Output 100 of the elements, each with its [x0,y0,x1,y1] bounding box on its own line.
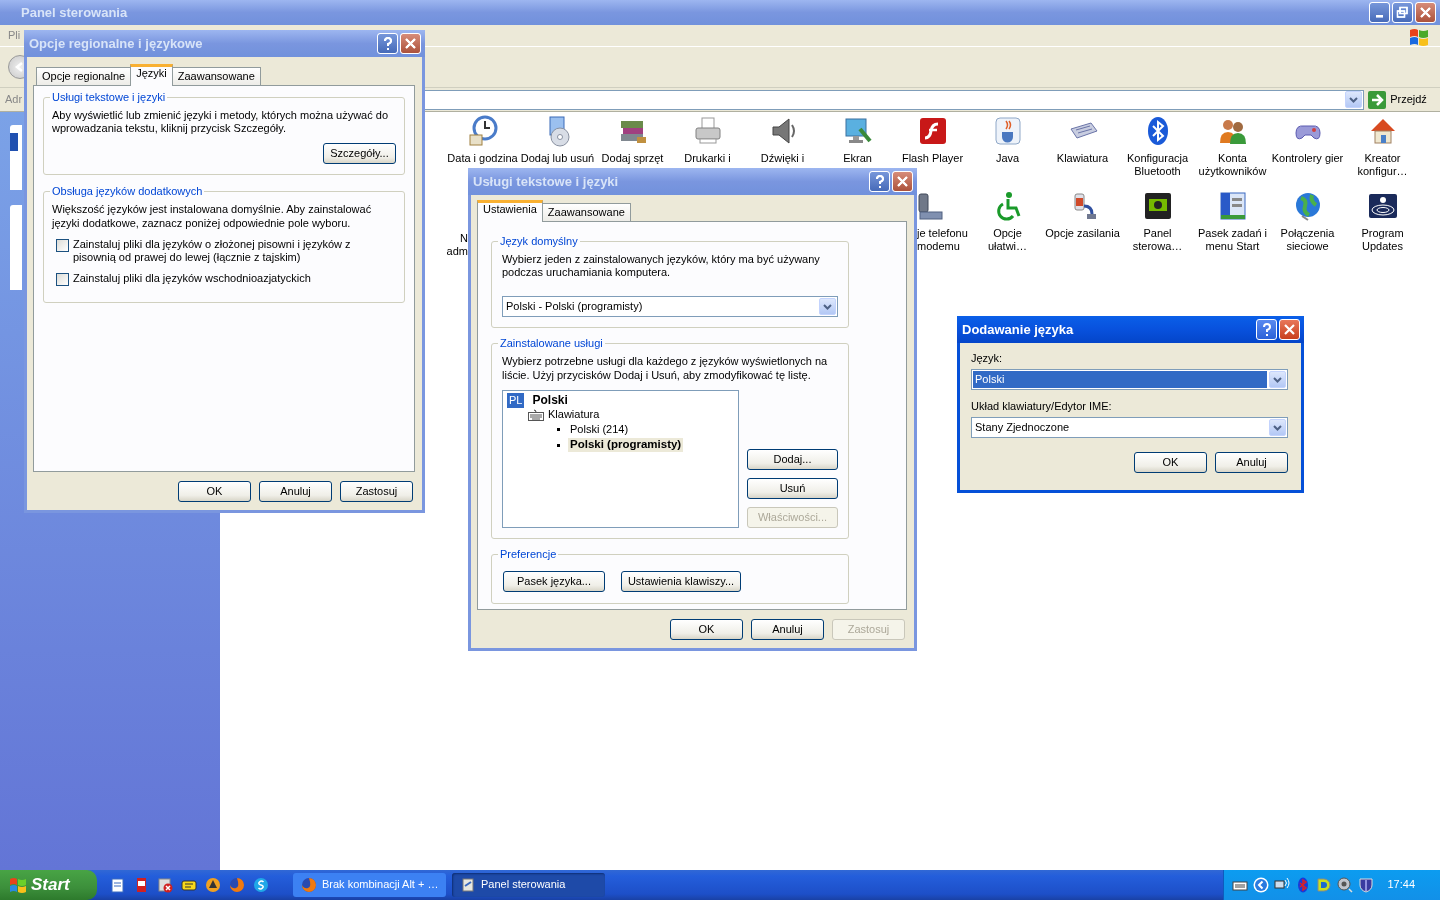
chevron-left-icon [1253,877,1270,893]
chevron-icon [1273,376,1282,383]
dialog-button[interactable]: OK [1134,452,1207,474]
quick-launch-button[interactable] [109,877,125,893]
checkbox[interactable] [56,238,69,252]
dialog-button[interactable]: Anuluj [259,481,332,502]
icon-label[interactable]: Połączenia sieciowe [1280,227,1335,253]
minimize-button[interactable] [1369,2,1390,23]
tree-item[interactable]: Klawiatura [548,407,600,422]
list-button[interactable]: Usuń [747,477,838,499]
group-label: Preferencje [498,547,559,561]
icon-label[interactable]: Pasek zadań i menu Start [1197,227,1268,253]
bullet-icon [557,443,560,447]
clock-icon [466,115,499,147]
preference-button[interactable]: Pasek języka... [503,570,605,592]
icon-label[interactable]: Opcje zasilania [1045,227,1120,240]
icon-label[interactable]: Program Updates [1361,227,1404,253]
tab[interactable]: Języki [130,64,173,86]
shield-icon [1358,877,1375,893]
icon-label[interactable]: Panel sterowa… [1132,227,1183,253]
icon-label[interactable]: Klawiatura [1056,152,1109,165]
description-text: Wybierz potrzebne usługi dla każdego z języków wyświetlonych na liście. Użyj przycisków Dodaj i Usuń, aby zmodyfikować tę listę. [502,355,829,382]
checkbox-label: Zainstaluj pliki dla języków o złożonej pisowni i języków z pisownią od prawej do lewej (łącznie z tajskim) [73,237,352,265]
help-icon [381,37,394,50]
tray-icon-button[interactable] [1316,877,1333,893]
quick-launch-button[interactable] [253,877,269,893]
tree-item[interactable]: Polski (programisty) [568,438,684,453]
chevron-icon [1273,424,1282,431]
close-icon [404,37,417,50]
icon-label[interactable]: Dodaj lub usuń [520,152,595,165]
help-button[interactable] [1256,319,1277,340]
dropdown-button[interactable] [1269,371,1286,389]
description-text: Aby wyświetlić lub zmienić języki i metody, których można używać do wprowadzania tekstu, kliknij przycisk Szczegóły. [52,109,390,136]
windows-logo-icon [9,876,27,894]
tray-icon-button[interactable] [1337,877,1354,893]
chevron-icon [1349,96,1359,103]
start-button[interactable]: Start [0,870,97,900]
restore-button[interactable] [1392,2,1413,23]
dialog-button[interactable]: Zastosuj [340,481,413,502]
icon-label[interactable]: Dodaj sprzęt [601,152,664,165]
help-icon [873,175,886,188]
window-title: Panel sterowania [20,4,129,21]
close-icon [1283,323,1296,336]
details-button[interactable]: Szczegóły... [323,143,396,165]
group-label: Zainstalowane usługi [498,337,605,351]
tab[interactable]: Ustawienia [477,200,543,222]
dropdown-field[interactable]: Stany Zjednoczone [971,417,1288,439]
dropdown-button[interactable] [819,298,836,316]
icon-label[interactable]: Data i godzina [447,152,518,165]
browser-icon [229,877,245,893]
group-label: Język domyślny [498,235,580,249]
quick-launch-button[interactable] [205,877,221,893]
taskbar-button[interactable]: Brak kombinacji Alt + … [293,873,446,897]
chat-icon [253,877,269,893]
close-button[interactable] [400,33,421,54]
quick-launch-button[interactable] [157,877,173,893]
icon-label[interactable]: je telefonu modemu [917,227,968,253]
checkbox[interactable] [56,273,69,287]
icon-label[interactable]: Flash Player [901,152,964,165]
dialog-title: Opcje regionalne i językowe [29,35,204,52]
dialog-button[interactable]: OK [178,481,251,502]
dialog-button[interactable]: Anuluj [751,619,824,640]
d-shape-icon [1316,877,1333,893]
default-language-dropdown[interactable]: Polski - Polski (programisty) [502,296,838,318]
icon-label[interactable]: Java [995,152,1020,165]
close-icon [896,175,909,188]
close-button[interactable] [1279,319,1300,340]
preference-button[interactable]: Ustawienia klawiszy... [621,570,741,592]
dropdown-field[interactable]: Polski [971,369,1288,391]
icon-label[interactable]: Opcje ułatwi… [987,227,1028,253]
icon-label[interactable]: Konfiguracja Bluetooth [1126,152,1189,178]
description-text: Wybierz jeden z zainstalowanych języków, który ma być używany podczas uruchamiania komputera. [502,253,821,280]
icon-label[interactable]: Konta użytkowników [1198,152,1267,178]
minimize-icon [1376,15,1383,18]
dropdown-button[interactable] [1345,91,1363,108]
expand-tray-button[interactable] [1253,877,1270,893]
tree-item[interactable]: Polski (214) [568,423,631,437]
list-button[interactable]: Dodaj... [747,448,838,470]
icon-label[interactable]: Kontrolery gier [1271,152,1344,165]
tree-item[interactable]: Polski [532,393,568,408]
quick-launch-button[interactable] [181,877,197,893]
help-icon [1260,323,1273,336]
warning-icon [205,877,221,893]
tray-icon-button[interactable] [1358,877,1375,893]
icon-label[interactable]: Ekran [843,152,872,165]
go-button[interactable]: Przejdź [1368,90,1427,109]
icon-label[interactable]: Kreator konfigur… [1357,152,1408,178]
dialog-button[interactable]: OK [670,619,743,640]
close-button[interactable] [892,171,913,192]
icon-label[interactable]: N adm [446,232,468,258]
help-button[interactable] [377,33,398,54]
icon-label[interactable]: Dźwięki i [760,152,805,165]
taskbar-button[interactable]: Panel sterowania [452,873,605,897]
field-label: Układ klawiatury/Edytor IME: [971,400,1113,414]
icon-label[interactable]: Drukarki i [684,152,731,165]
dialog-button[interactable]: Anuluj [1215,452,1288,474]
dropdown-button[interactable] [1269,419,1286,437]
close-button[interactable] [1415,2,1436,23]
restore-icon [1396,6,1409,19]
help-button[interactable] [869,171,890,192]
